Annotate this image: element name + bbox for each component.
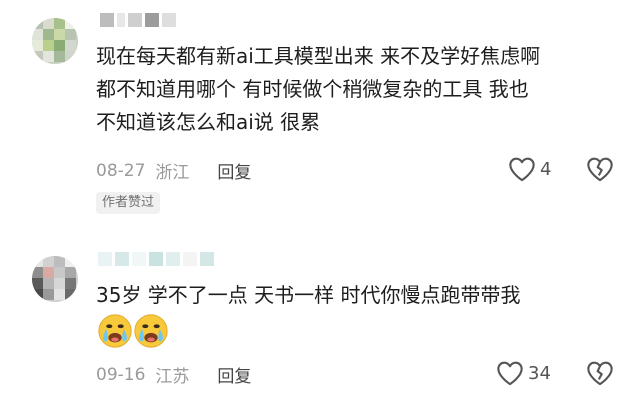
comment-meta: 08-27 浙江 回复 — [96, 158, 251, 184]
reply-button[interactable]: 回复 — [217, 362, 251, 387]
like-count: 34 — [528, 362, 551, 384]
comment-line: 不知道该怎么和ai说 很累 — [96, 110, 321, 134]
like-button[interactable]: 4 — [508, 156, 551, 182]
ip-location: 浙江 — [155, 163, 190, 183]
comment-meta: 09-16 江苏 回复 — [96, 362, 251, 388]
dislike-button[interactable] — [586, 156, 614, 186]
comment-line: 35岁 学不了一点 天书一样 时代你慢点跑带带我 — [96, 283, 521, 307]
comment-line: 现在每天都有新ai工具模型出来 来不及学好焦虑啊 — [96, 44, 541, 68]
like-button[interactable]: 34 — [496, 360, 551, 386]
dislike-button[interactable] — [586, 360, 614, 390]
author-liked-badge: 作者赞过 — [96, 192, 161, 214]
like-count: 4 — [540, 158, 552, 180]
avatar[interactable] — [32, 18, 78, 64]
comment-text: 35岁 学不了一点 天书一样 时代你慢点跑带带我 — [96, 279, 521, 312]
ip-location: 江苏 — [155, 367, 190, 387]
username[interactable] — [98, 252, 214, 268]
avatar[interactable] — [32, 256, 78, 302]
heart-outline-icon — [497, 361, 523, 386]
reply-button[interactable]: 回复 — [217, 158, 251, 183]
comment-date: 09-16 — [96, 364, 146, 385]
comment-text: 现在每天都有新ai工具模型出来 来不及学好焦虑啊 都不知道用哪个 有时候做个稍微… — [96, 40, 540, 139]
crying-face-emoji — [98, 314, 132, 348]
username[interactable] — [100, 13, 176, 29]
broken-heart-icon — [587, 361, 613, 386]
heart-outline-icon — [509, 157, 535, 182]
comment-line: 都不知道用哪个 有时候做个稍微复杂的工具 我也 — [96, 77, 529, 101]
crying-face-emoji — [134, 314, 168, 348]
broken-heart-icon — [587, 157, 613, 182]
comment-date: 08-27 — [96, 160, 146, 181]
